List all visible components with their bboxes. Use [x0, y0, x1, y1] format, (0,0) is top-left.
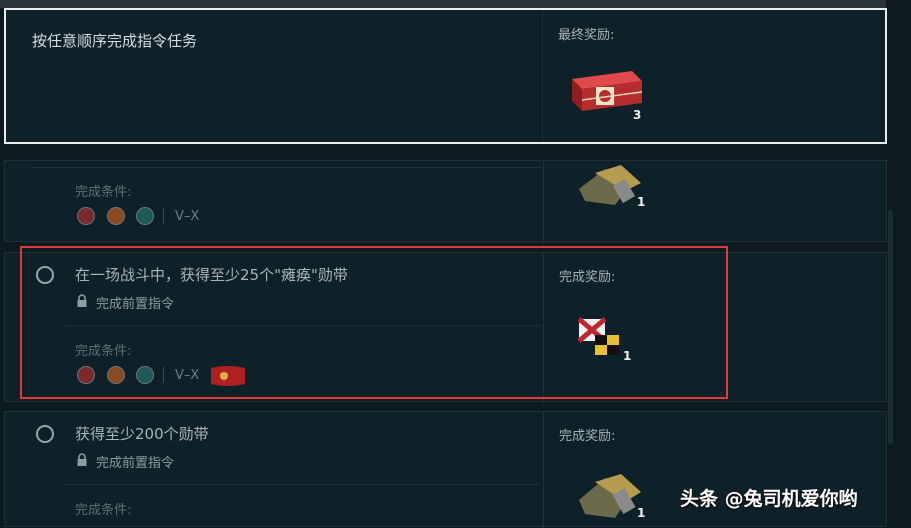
- reward-count: 1: [637, 506, 646, 520]
- star-medal-icon: [107, 207, 125, 225]
- scrollbar[interactable]: [888, 210, 893, 444]
- lock-icon: [77, 453, 87, 466]
- reward-count: 1: [637, 195, 646, 209]
- tier-range: V–X: [175, 209, 200, 224]
- highlight-frame: [20, 246, 728, 399]
- task0-hdivider: [31, 167, 541, 168]
- supply-crate-icon[interactable]: [566, 65, 644, 113]
- camouflage-icon[interactable]: [575, 468, 645, 524]
- final-reward-count: 3: [633, 108, 642, 122]
- directive-header-panel: 按任意顺序完成指令任务 最终奖励: 3: [4, 8, 887, 144]
- task-description: 获得至少200个勋带: [75, 425, 209, 443]
- task-card-0: 完成条件: V–X 1: [4, 160, 887, 243]
- header-divider: [542, 10, 543, 142]
- top-bar: [0, 0, 886, 8]
- watermark-text: 头条 @兔司机爱你哟: [680, 488, 858, 510]
- task2-divider: [543, 412, 544, 528]
- separator: [163, 208, 164, 224]
- condition-label: 完成条件:: [75, 185, 132, 200]
- condition-label: 完成条件:: [75, 503, 132, 518]
- task2-hdivider: [65, 484, 541, 485]
- lock-requirement: 完成前置指令: [96, 456, 175, 471]
- task0-divider: [543, 161, 544, 243]
- task-status-circle[interactable]: [36, 425, 54, 443]
- directive-title: 按任意顺序完成指令任务: [32, 32, 198, 50]
- medal-icon: [77, 207, 95, 225]
- final-reward-label: 最终奖励:: [558, 28, 615, 43]
- torpedo-medal-icon: [136, 207, 154, 225]
- reward-label: 完成奖励:: [559, 429, 616, 444]
- camouflage-icon[interactable]: [575, 161, 645, 209]
